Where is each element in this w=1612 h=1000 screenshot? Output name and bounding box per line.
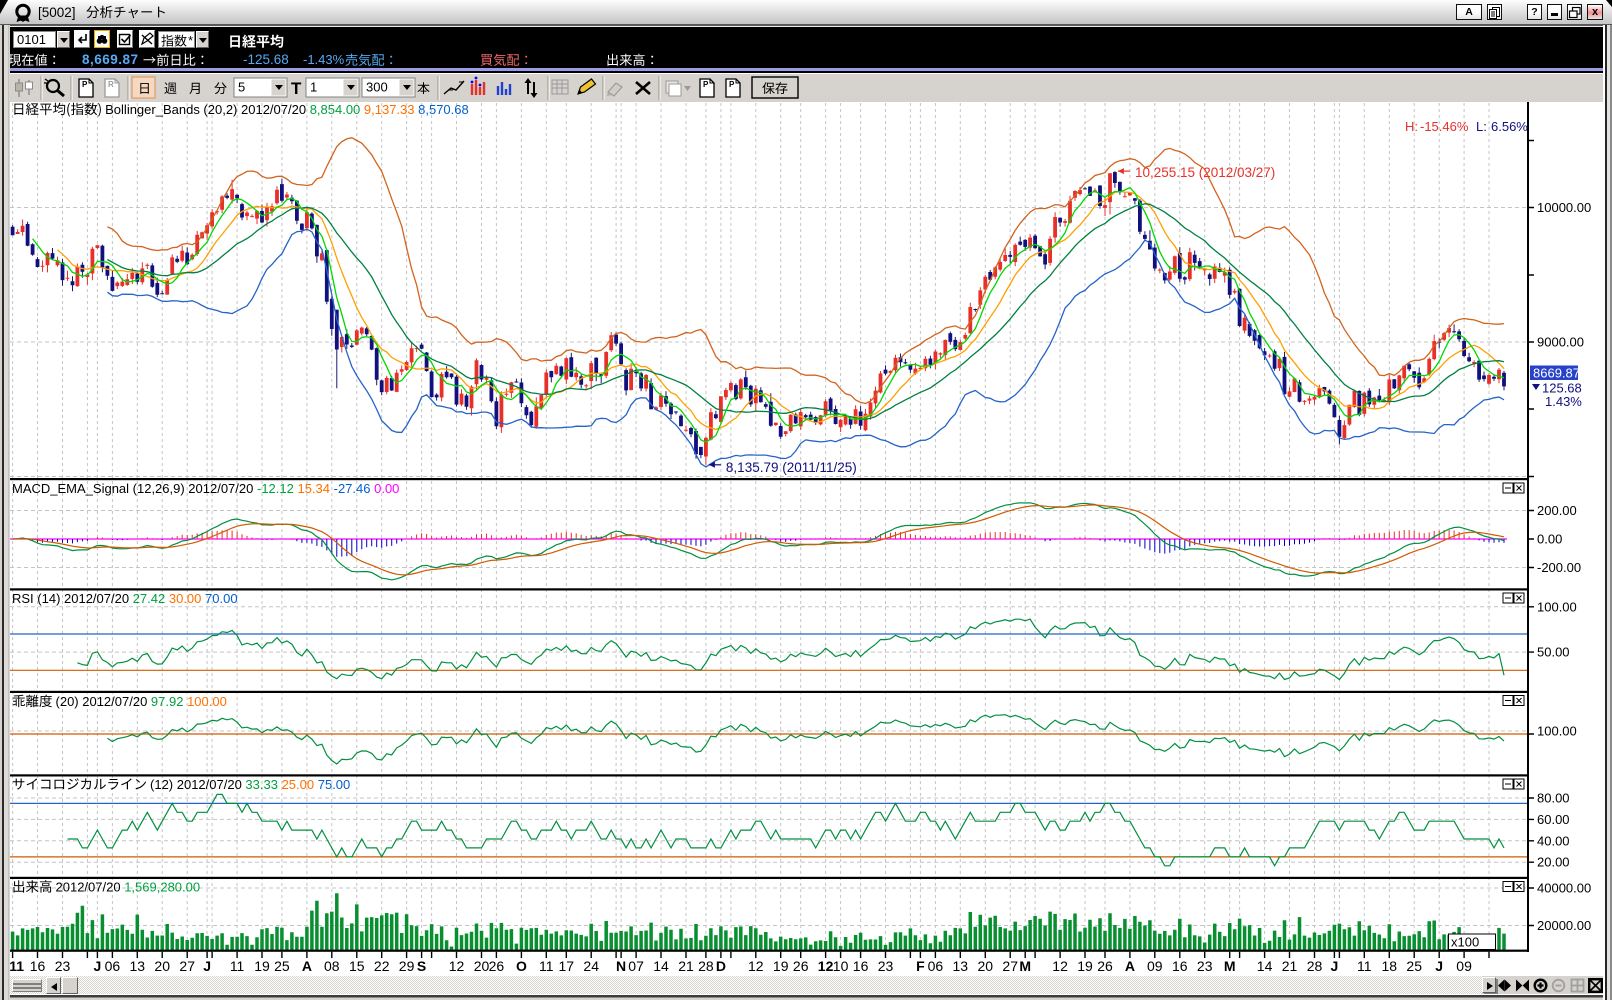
svg-text:16: 16 (1172, 958, 1188, 974)
svg-text:100.00: 100.00 (1537, 599, 1577, 614)
svg-text:21: 21 (1282, 958, 1298, 974)
svg-text:16: 16 (853, 958, 869, 974)
svg-text:6.56%: 6.56% (1491, 119, 1528, 134)
svg-text:J: J (1331, 958, 1339, 974)
svg-text:24: 24 (583, 958, 599, 974)
svg-text:29: 29 (399, 958, 415, 974)
svg-text:19: 19 (1077, 958, 1093, 974)
svg-text:28: 28 (698, 958, 714, 974)
svg-text:N: N (616, 958, 626, 974)
svg-text:08: 08 (324, 958, 340, 974)
svg-text:1.43%: 1.43% (1545, 394, 1582, 409)
svg-text:18: 18 (1382, 958, 1398, 974)
svg-text:8,135.79 (2011/11/25): 8,135.79 (2011/11/25) (726, 460, 857, 475)
svg-text:27: 27 (1002, 958, 1018, 974)
svg-text:-15.46%: -15.46% (1420, 119, 1469, 134)
svg-text:23: 23 (1197, 958, 1213, 974)
svg-text:50.00: 50.00 (1537, 645, 1570, 660)
svg-text:20.00: 20.00 (1537, 855, 1570, 870)
svg-text:2012/07/20 1,569,280.00: 2012/07/20 1,569,280.00 (56, 880, 201, 895)
svg-text:06: 06 (928, 958, 944, 974)
svg-text:40000.00: 40000.00 (1537, 881, 1591, 896)
svg-text:09: 09 (1456, 958, 1472, 974)
svg-text:12: 12 (748, 958, 764, 974)
svg-text:L:: L: (1476, 119, 1487, 134)
svg-text:11: 11 (230, 958, 245, 974)
svg-text:40.00: 40.00 (1537, 833, 1570, 848)
svg-text:(12) 2012/07/20 33.33 25.00 75: (12) 2012/07/20 33.33 25.00 75.00 (150, 777, 350, 792)
svg-text:10,255.15 (2012/03/27): 10,255.15 (2012/03/27) (1135, 165, 1275, 180)
svg-text:10000.00: 10000.00 (1537, 200, 1591, 215)
svg-text:12: 12 (818, 958, 834, 974)
svg-text:J: J (203, 958, 211, 974)
svg-text:8669.87: 8669.87 (1533, 366, 1580, 381)
svg-text:J: J (94, 958, 102, 974)
svg-text:(20) 2012/07/20 97.92 100.00: (20) 2012/07/20 97.92 100.00 (56, 694, 227, 709)
svg-text:10: 10 (833, 958, 849, 974)
svg-text:x100: x100 (1451, 935, 1479, 950)
svg-text:12: 12 (1052, 958, 1068, 974)
svg-text:D: D (716, 958, 726, 974)
svg-text:20: 20 (474, 958, 490, 974)
svg-text:13: 13 (953, 958, 969, 974)
svg-text:25: 25 (274, 958, 290, 974)
svg-text:100.00: 100.00 (1537, 724, 1577, 739)
svg-text:H:: H: (1405, 119, 1418, 134)
svg-text:O: O (516, 958, 527, 974)
svg-text:11: 11 (1357, 958, 1372, 974)
svg-text:06: 06 (105, 958, 121, 974)
svg-text:12: 12 (449, 958, 465, 974)
svg-text:F: F (916, 958, 925, 974)
svg-text:14: 14 (653, 958, 669, 974)
svg-text:20000.00: 20000.00 (1537, 918, 1591, 933)
svg-text:09: 09 (1147, 958, 1163, 974)
svg-text:13: 13 (130, 958, 146, 974)
svg-text:-200.00: -200.00 (1537, 560, 1581, 575)
svg-text:26: 26 (489, 958, 505, 974)
svg-text:20: 20 (154, 958, 170, 974)
svg-text:20: 20 (978, 958, 994, 974)
svg-text:9000.00: 9000.00 (1537, 335, 1584, 350)
svg-text:Bollinger_Bands (20,2) 2012/07: Bollinger_Bands (20,2) 2012/07/20 8,854.… (105, 102, 469, 117)
svg-text:14: 14 (1257, 958, 1273, 974)
svg-text:16: 16 (30, 958, 46, 974)
svg-text:19: 19 (254, 958, 270, 974)
svg-text:26: 26 (1097, 958, 1113, 974)
svg-text:22: 22 (374, 958, 390, 974)
svg-text:M: M (1224, 958, 1236, 974)
svg-text:17: 17 (559, 958, 575, 974)
svg-text:15: 15 (349, 958, 365, 974)
svg-text:11: 11 (539, 958, 554, 974)
svg-text:200.00: 200.00 (1537, 503, 1577, 518)
svg-text:60.00: 60.00 (1537, 812, 1570, 827)
svg-text:S: S (417, 958, 426, 974)
svg-text:19: 19 (773, 958, 789, 974)
svg-text:0.00: 0.00 (1537, 532, 1562, 547)
svg-text:27: 27 (179, 958, 195, 974)
svg-text:80.00: 80.00 (1537, 791, 1570, 806)
svg-text:23: 23 (878, 958, 894, 974)
svg-text:A: A (302, 958, 312, 974)
svg-text:MACD_EMA_Signal (12,26,9) 2012: MACD_EMA_Signal (12,26,9) 2012/07/20 -12… (12, 481, 399, 496)
svg-text:11: 11 (9, 958, 24, 974)
svg-text:J: J (1435, 958, 1443, 974)
svg-text:26: 26 (793, 958, 809, 974)
svg-text:RSI (14) 2012/07/20 27.42 30.0: RSI (14) 2012/07/20 27.42 30.00 70.00 (12, 591, 238, 606)
svg-text:25: 25 (1406, 958, 1422, 974)
svg-text:21: 21 (678, 958, 694, 974)
svg-text:23: 23 (55, 958, 71, 974)
svg-text:28: 28 (1307, 958, 1323, 974)
svg-text:A: A (1125, 958, 1135, 974)
svg-text:M: M (1019, 958, 1031, 974)
svg-text:07: 07 (628, 958, 644, 974)
